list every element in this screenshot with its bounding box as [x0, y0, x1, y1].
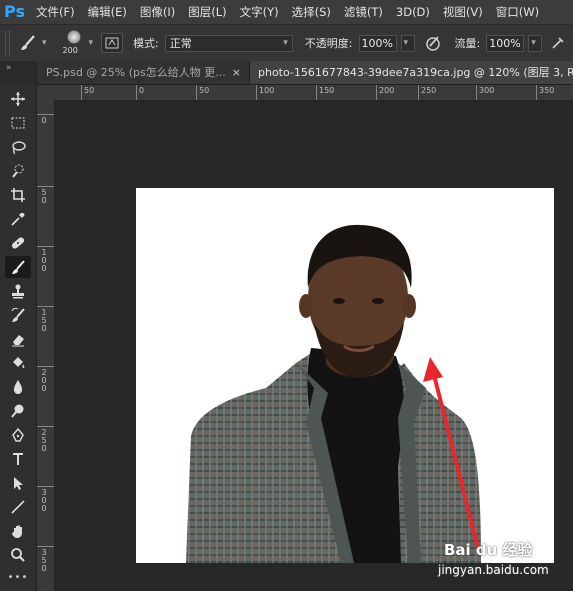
watermark-url: jingyan.baidu.com	[438, 563, 549, 577]
baidu-watermark: Bai du 经验 jingyan.baidu.com	[438, 533, 558, 581]
red-arrow-annotation	[423, 357, 480, 549]
baidu-logo: Bai du 经验	[444, 541, 533, 559]
